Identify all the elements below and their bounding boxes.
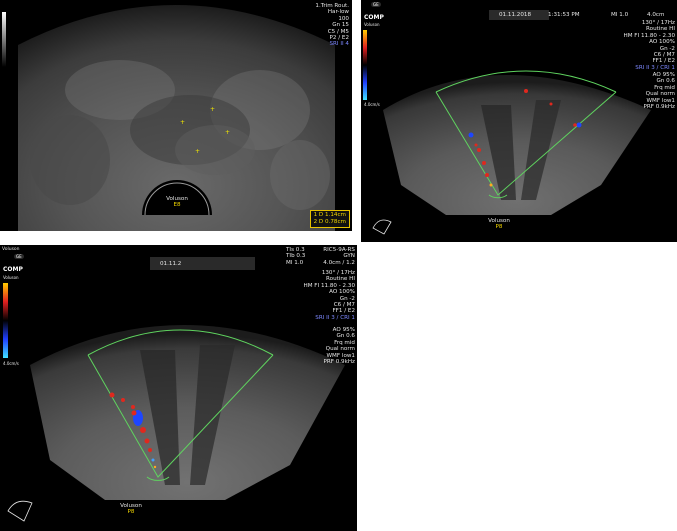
header-thermal-index: TIs 0.3 TIb 0.3 MI 1.0 [286,247,305,266]
doppler-parameters: AO 95% Gn 0.6 Frq mid Qual norm WMF low1… [323,327,355,365]
param-line: PRF 0.9kHz [643,104,675,111]
header-depth: 4.0cm [647,12,665,18]
param-line: PRF 0.9kHz [323,359,355,366]
ge-logo-badge: GE [371,2,381,7]
comp-label: COMP [3,266,23,273]
probe-model: P8 [495,224,503,230]
svg-text:+: + [210,106,215,113]
probe-header: RIC5-9A-RS GYN 4.0cm / 1.2 [323,247,355,266]
bmode-settings: 1.Trim Rout. Har-low 100 Gn 15 C5 / M5 P… [315,3,349,48]
measurement-1: 1 D 1.14cm [313,212,346,218]
probe-label: Voluson P8 [481,218,517,230]
probe-model: P8 [127,509,135,515]
measurement-box: 1 D 1.14cm 2 D 0.78cm [309,210,350,228]
header-date: 01.11.2018 [499,12,532,18]
srimode-label: SRI II 3 / CRI 1 [635,64,675,71]
doppler-settings: 130° / 17Hz Routine HI HM FI 11.80 - 2.3… [624,20,676,71]
probe-model: E8 [173,202,181,208]
srimode-label: SRI II 4 [329,41,349,48]
probe-label: Voluson E8 [160,196,194,208]
srimode-label: SRI II 3 / CRI 1 [315,314,355,321]
header-time: 1:31:53 PM [548,12,580,18]
param-line: Qual norm [325,346,355,353]
doppler-parameters: AO 95% Gn 0.6 Frq mid Qual norm WMF low1… [643,72,675,110]
color-scale-bottom: 4.0cm/s [364,102,380,107]
header-date: 01.11.2 [160,261,182,267]
header-tib: TIb 0.3 [286,253,306,260]
brand-label: Voluson [2,247,20,252]
ultrasound-panel-doppler-1: GE COMP Voluson 4.0cm/s 01.11.2018 1:31:… [361,0,677,242]
svg-text:+: + [225,129,230,136]
comp-label: COMP [364,14,384,21]
color-scale-bottom: 4.0cm/s [3,361,19,366]
svg-text:+: + [195,148,200,155]
measurement-2: 2 D 0.78cm [313,219,346,225]
param-line: Qual norm [645,91,675,98]
doppler-settings: 130° / 17Hz Routine HI HM FI 11.80 - 2.3… [304,270,356,321]
color-scale-top: Voluson [3,275,19,280]
header-mi: MI 1.0 [286,259,304,266]
svg-text:+: + [180,119,185,126]
ultrasound-panel-bmode: + + + + 1.Trim Rout. Har-low 100 Gn 15 C… [0,0,352,231]
probe-label: Voluson P8 [113,503,149,515]
color-scale-top: Voluson [364,22,380,27]
ultrasound-panel-doppler-2: Voluson GE COMP Voluson 4.0cm/s 01.11.2 … [0,245,357,531]
header-mi: MI 1.0 [611,12,629,18]
ge-logo-badge: GE [14,254,24,259]
depth-readout: 4.0cm / 1.2 [323,259,355,266]
